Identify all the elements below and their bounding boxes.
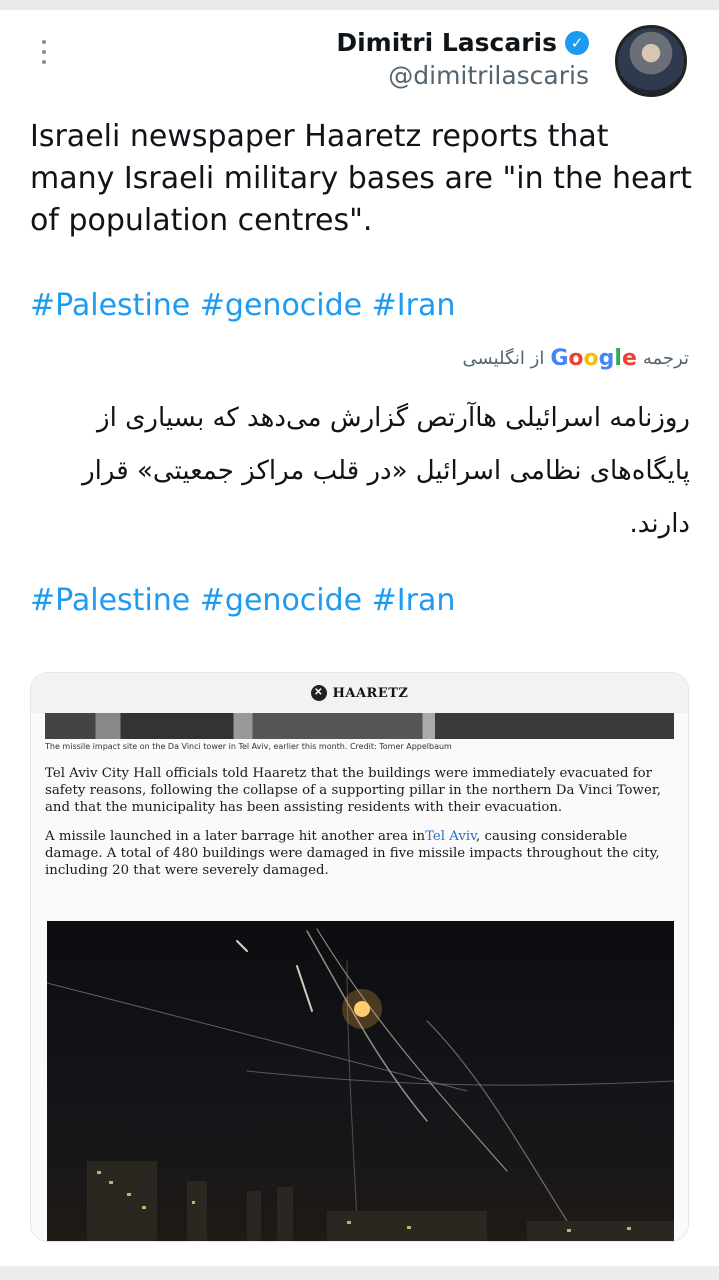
haaretz-logo-icon: ✕ — [310, 685, 327, 701]
night-sky-missile-photo — [47, 921, 674, 1241]
translated-text: روزنامه اسرائیلی هاآرتص گزارش می‌دهد که … — [82, 403, 690, 539]
author-name[interactable]: Dimitri Lascaris — [336, 28, 557, 57]
article-image-card[interactable]: ✕ HAARETZ The missile impact site on the… — [30, 672, 689, 1242]
status-bar — [0, 0, 719, 10]
verified-badge-icon: ✓ — [565, 30, 589, 55]
translated-hashtags[interactable]: #Palestine #genocide #Iran — [30, 583, 455, 618]
article-paragraph-1: Tel Aviv City Hall officials told Haaret… — [45, 766, 661, 815]
tweet-text: Israeli newspaper Haaretz reports that m… — [30, 119, 692, 238]
photo-caption: The missile impact site on the Da Vinci … — [45, 742, 452, 751]
tel-aviv-link[interactable]: Tel Aviv — [425, 829, 476, 844]
publication-name: HAARETZ — [332, 685, 409, 701]
google-logo: Google — [550, 346, 637, 371]
article-paragraph-2: A missile launched in a later barrage hi… — [45, 828, 674, 879]
publication-header: ✕ HAARETZ — [31, 673, 688, 713]
tweet-hashtags[interactable]: #Palestine #genocide #Iran — [30, 288, 455, 323]
article-body: Tel Aviv City Hall officials told Haaret… — [45, 765, 674, 879]
translation-label-after: از انگلیسی — [462, 348, 545, 369]
article-photo-strip — [45, 713, 674, 739]
avatar[interactable] — [615, 25, 687, 97]
translation-label-before: ترجمه — [642, 348, 689, 369]
tweet-author[interactable]: Dimitri Lascaris ✓ @dimitrilascaris — [336, 28, 589, 90]
author-handle[interactable]: @dimitrilascaris — [336, 61, 589, 90]
translation-label[interactable]: ترجمه Google از انگلیسی — [463, 346, 689, 371]
paragraph2-text-before: A missile launched in a later barrage hi… — [45, 829, 426, 844]
more-options-icon[interactable] — [36, 40, 52, 70]
bottom-bar — [0, 1266, 719, 1280]
